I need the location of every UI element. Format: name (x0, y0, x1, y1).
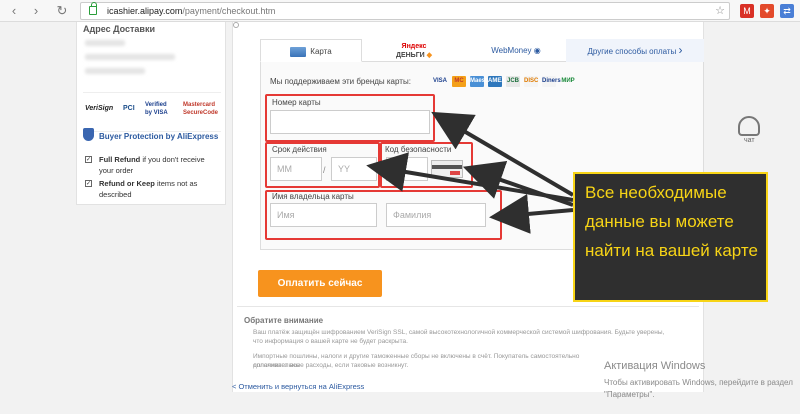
windows-activation-title: Активация Windows (604, 360, 706, 372)
pay-now-button[interactable]: Оплатить сейчас (258, 270, 382, 297)
note-line: что информация о вашей карте не будет ра… (253, 338, 408, 345)
chat-label[interactable]: чат (744, 137, 755, 144)
instruction-callout: Все необходимые данные вы можете найти н… (573, 172, 768, 302)
notes-title: Обратите внимание (244, 316, 324, 325)
headset-icon[interactable] (738, 116, 760, 136)
callout-text: Все необходимые данные вы можете найти н… (585, 183, 758, 260)
arrow-to-holder (489, 193, 574, 234)
cancel-return-link[interactable]: < Отменить и вернуться на AliExpress (232, 382, 364, 391)
windows-activation-text: Чтобы активировать Windows, перейдите в … (604, 378, 793, 399)
note-line: Ваш платёж защищён шифрованием VeriSign … (253, 329, 665, 336)
